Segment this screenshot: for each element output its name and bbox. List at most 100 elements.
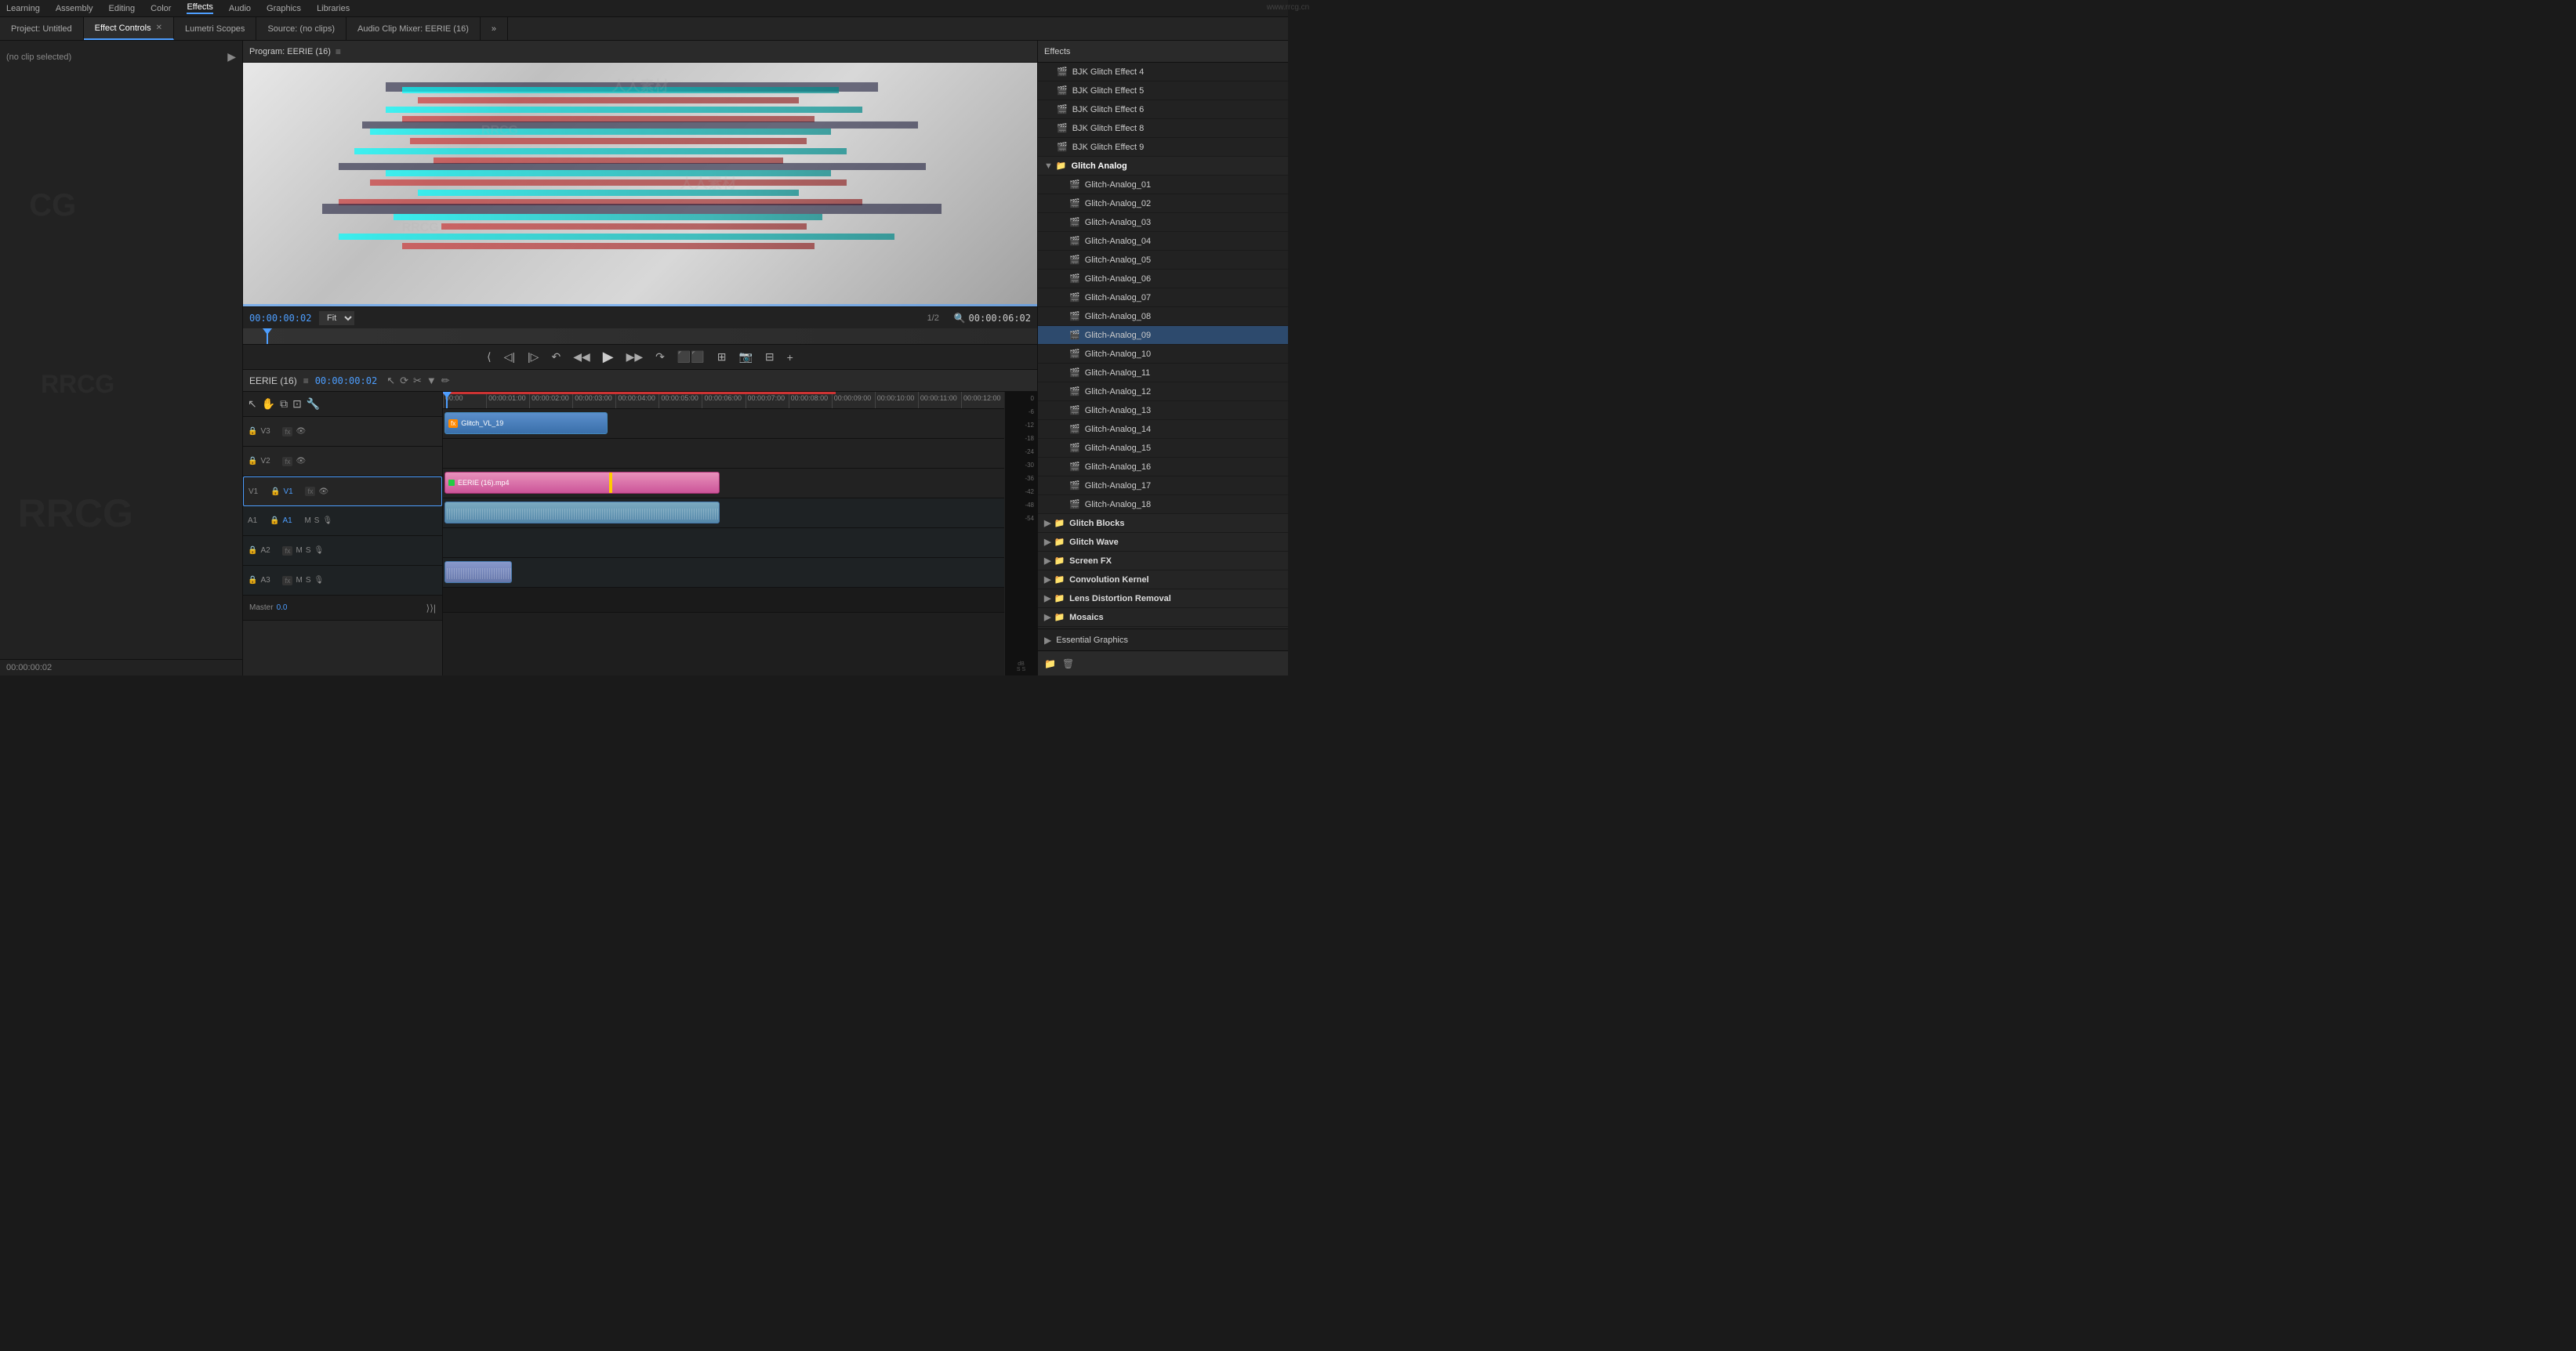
folder-screen-fx[interactable]: ▶ 📁 Screen FX bbox=[1038, 552, 1288, 570]
timeline-menu-icon[interactable]: ≡ bbox=[303, 375, 309, 386]
a3-clip[interactable] bbox=[444, 561, 512, 583]
v1-clip[interactable]: EERIE (16).mp4 bbox=[444, 472, 720, 494]
tool-link[interactable]: ⧉ bbox=[280, 397, 288, 411]
tool-slip[interactable]: ▼ bbox=[426, 375, 437, 387]
v3-lock-icon[interactable]: 🔒 bbox=[248, 427, 257, 436]
nav-libraries[interactable]: Libraries bbox=[317, 4, 350, 13]
program-menu-icon[interactable]: ≡ bbox=[336, 46, 341, 57]
multi-camera-button[interactable]: ⊟ bbox=[762, 349, 778, 365]
tool-pen[interactable]: ✏ bbox=[441, 375, 450, 387]
effect-analog-15[interactable]: 🎬 Glitch-Analog_15 bbox=[1038, 439, 1288, 458]
play-button[interactable]: ▶ bbox=[600, 347, 617, 367]
effect-analog-18[interactable]: 🎬 Glitch-Analog_18 bbox=[1038, 495, 1288, 514]
a1-solo[interactable]: S bbox=[314, 516, 320, 525]
a1-lock-icon[interactable]: 🔒 bbox=[270, 516, 279, 525]
a1-mute[interactable]: M bbox=[304, 516, 310, 525]
effect-analog-14[interactable]: 🎬 Glitch-Analog_14 bbox=[1038, 420, 1288, 439]
effect-analog-17[interactable]: 🎬 Glitch-Analog_17 bbox=[1038, 476, 1288, 495]
folder-convolution[interactable]: ▶ 📁 Convolution Kernel bbox=[1038, 570, 1288, 589]
nav-audio[interactable]: Audio bbox=[229, 4, 251, 13]
effect-analog-04[interactable]: 🎬 Glitch-Analog_04 bbox=[1038, 232, 1288, 251]
v3-clip[interactable]: fx Glitch_VL_19 bbox=[444, 412, 608, 434]
tab-project[interactable]: Project: Untitled bbox=[0, 17, 84, 40]
effect-item-bjk9[interactable]: 🎬 BJK Glitch Effect 9 bbox=[1038, 138, 1288, 157]
tool-razor2[interactable]: ⊡ bbox=[292, 397, 302, 411]
nav-editing[interactable]: Editing bbox=[109, 4, 136, 13]
step-back-button[interactable]: ◁| bbox=[501, 349, 518, 365]
a2-solo[interactable]: S bbox=[306, 546, 311, 555]
effect-analog-02[interactable]: 🎬 Glitch-Analog_02 bbox=[1038, 194, 1288, 213]
effect-analog-03[interactable]: 🎬 Glitch-Analog_03 bbox=[1038, 213, 1288, 232]
nav-effects[interactable]: Effects bbox=[187, 2, 212, 14]
nav-assembly[interactable]: Assembly bbox=[56, 4, 93, 13]
a1-clip[interactable] bbox=[444, 502, 720, 523]
v3-visibility-icon[interactable]: 👁 bbox=[296, 427, 306, 436]
tab-effect-controls[interactable]: Effect Controls ✕ bbox=[84, 17, 174, 40]
tool-ripple[interactable]: ⟳ bbox=[400, 375, 408, 387]
scrubber-track[interactable] bbox=[243, 328, 1037, 344]
v2-visibility-icon[interactable]: 👁 bbox=[296, 457, 306, 465]
insert-button[interactable]: ⊞ bbox=[714, 349, 730, 365]
effect-analog-10[interactable]: 🎬 Glitch-Analog_10 bbox=[1038, 345, 1288, 364]
nav-graphics[interactable]: Graphics bbox=[267, 4, 301, 13]
tab-effect-controls-close[interactable]: ✕ bbox=[156, 24, 162, 32]
effect-analog-08[interactable]: 🎬 Glitch-Analog_08 bbox=[1038, 307, 1288, 326]
v1-lock-icon[interactable]: 🔒 bbox=[270, 487, 280, 496]
go-next-button[interactable]: ▶▶ bbox=[623, 349, 647, 365]
a2-mute[interactable]: M bbox=[296, 546, 302, 555]
program-scrubber[interactable] bbox=[243, 328, 1037, 344]
a1-mic[interactable]: 🎙 bbox=[322, 516, 332, 525]
v1-visibility-icon[interactable]: 👁 bbox=[318, 487, 328, 496]
tool-hand[interactable]: ✋ bbox=[262, 397, 275, 411]
a3-mute[interactable]: M bbox=[296, 576, 302, 585]
nav-color[interactable]: Color bbox=[151, 4, 171, 13]
effect-analog-06[interactable]: 🎬 Glitch-Analog_06 bbox=[1038, 270, 1288, 288]
go-prev2-button[interactable]: ◀◀ bbox=[570, 349, 593, 365]
tab-audio-clip-mixer[interactable]: Audio Clip Mixer: EERIE (16) bbox=[346, 17, 481, 40]
effect-analog-13[interactable]: 🎬 Glitch-Analog_13 bbox=[1038, 401, 1288, 420]
a2-lock-icon[interactable]: 🔒 bbox=[248, 546, 257, 555]
nav-learning[interactable]: Learning bbox=[6, 4, 40, 13]
effect-analog-09[interactable]: 🎬 Glitch-Analog_09 bbox=[1038, 326, 1288, 345]
effect-item-bjk6[interactable]: 🎬 BJK Glitch Effect 6 bbox=[1038, 100, 1288, 119]
effect-analog-05[interactable]: 🎬 Glitch-Analog_05 bbox=[1038, 251, 1288, 270]
add-button[interactable]: + bbox=[784, 350, 796, 365]
effect-item-bjk5[interactable]: 🎬 BJK Glitch Effect 5 bbox=[1038, 81, 1288, 100]
go-next2-button[interactable]: ↷ bbox=[652, 349, 668, 365]
loop-button[interactable]: ⬛⬛ bbox=[674, 349, 708, 365]
effect-item-bjk4[interactable]: 🎬 BJK Glitch Effect 4 bbox=[1038, 63, 1288, 81]
new-folder-button[interactable]: 📁 bbox=[1044, 658, 1056, 669]
effect-analog-01[interactable]: 🎬 Glitch-Analog_01 bbox=[1038, 176, 1288, 194]
effect-analog-16[interactable]: 🎬 Glitch-Analog_16 bbox=[1038, 458, 1288, 476]
step-fwd-button[interactable]: |▷ bbox=[524, 349, 542, 365]
go-prev-button[interactable]: ↶ bbox=[548, 349, 564, 365]
a3-solo[interactable]: S bbox=[306, 576, 311, 585]
tab-source[interactable]: Source: (no clips) bbox=[256, 17, 346, 40]
folder-glitch-analog[interactable]: ▼ 📁 Glitch Analog bbox=[1038, 157, 1288, 176]
magnify-icon[interactable]: 🔍 bbox=[954, 313, 966, 324]
folder-glitch-blocks[interactable]: ▶ 📁 Glitch Blocks bbox=[1038, 514, 1288, 533]
effect-analog-11[interactable]: 🎬 Glitch-Analog_11 bbox=[1038, 364, 1288, 382]
effect-analog-12[interactable]: 🎬 Glitch-Analog_12 bbox=[1038, 382, 1288, 401]
mark-in-button[interactable]: ⟨ bbox=[484, 349, 494, 365]
tool-selection[interactable]: ↖ bbox=[386, 375, 395, 387]
a3-lock-icon[interactable]: 🔒 bbox=[248, 576, 257, 585]
effect-analog-07[interactable]: 🎬 Glitch-Analog_07 bbox=[1038, 288, 1288, 307]
folder-glitch-wave[interactable]: ▶ 📁 Glitch Wave bbox=[1038, 533, 1288, 552]
expand-clip-arrow[interactable]: ▶ bbox=[227, 50, 236, 63]
effect-item-bjk8[interactable]: 🎬 BJK Glitch Effect 8 bbox=[1038, 119, 1288, 138]
a3-mic[interactable]: 🎙 bbox=[314, 576, 324, 585]
master-btn[interactable]: ⟩⟩| bbox=[426, 603, 436, 614]
delete-button[interactable]: 🗑 bbox=[1062, 658, 1074, 669]
v2-lock-icon[interactable]: 🔒 bbox=[248, 457, 257, 465]
tab-lumetri[interactable]: Lumetri Scopes bbox=[174, 17, 256, 40]
tool-razor[interactable]: ✂ bbox=[413, 375, 422, 387]
folder-lens-distortion[interactable]: ▶ 📁 Lens Distortion Removal bbox=[1038, 589, 1288, 608]
a2-mic[interactable]: 🎙 bbox=[314, 546, 324, 555]
tool-wrench[interactable]: 🔧 bbox=[307, 397, 320, 411]
folder-mosaics[interactable]: ▶ 📁 Mosaics bbox=[1038, 608, 1288, 627]
tool-select[interactable]: ↖ bbox=[248, 397, 257, 411]
export-frame-button[interactable]: 📷 bbox=[735, 349, 755, 365]
essential-graphics-section[interactable]: ▶ Essential Graphics bbox=[1038, 628, 1288, 650]
tab-expand[interactable]: » bbox=[481, 17, 508, 40]
